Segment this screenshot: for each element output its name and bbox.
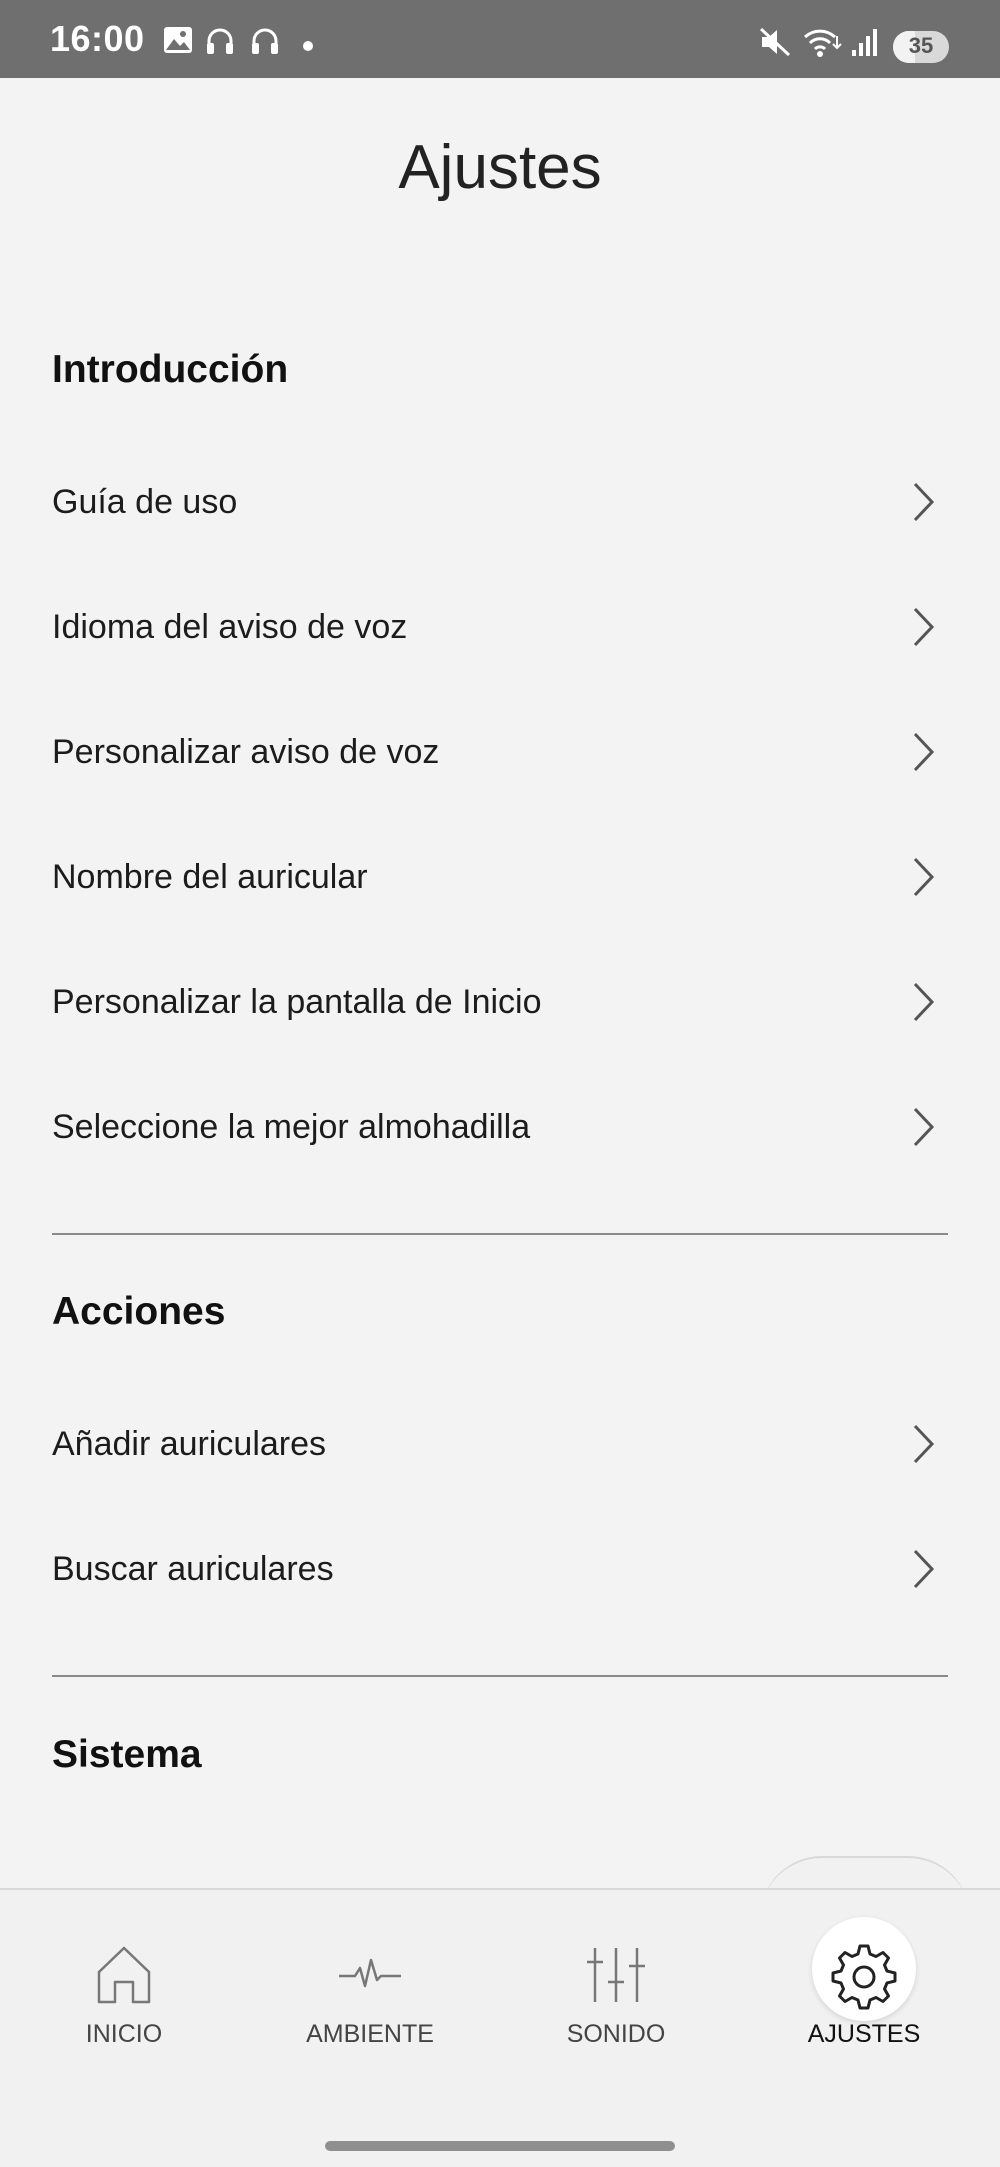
chevron-right-icon xyxy=(913,732,935,772)
settings-item-label: Nombre del auricular xyxy=(52,857,368,896)
settings-item-personalizar-pantalla-inicio[interactable]: Personalizar la pantalla de Inicio xyxy=(52,947,948,1057)
home-icon xyxy=(97,1946,151,2004)
battery-icon: 35 xyxy=(893,31,949,63)
settings-item-anadir-auriculares[interactable]: Añadir auriculares xyxy=(52,1389,948,1499)
settings-item-label: Añadir auriculares xyxy=(52,1424,327,1463)
status-time: 16:00 xyxy=(50,18,145,59)
battery-level: 35 xyxy=(908,33,934,58)
nav-label: AJUSTES xyxy=(807,2020,921,2048)
settings-item-idioma-aviso-voz[interactable]: Idioma del aviso de voz xyxy=(52,572,948,682)
headphones-icon xyxy=(252,28,278,54)
nav-item-sonido[interactable]: SONIDO xyxy=(516,1920,716,2090)
section-title-acciones: Acciones xyxy=(52,1290,226,1333)
signal-icon xyxy=(852,29,877,56)
nav-label: SONIDO xyxy=(566,2020,666,2048)
section-divider xyxy=(52,1675,948,1677)
status-bar: 16:00 35 xyxy=(0,0,1000,78)
nav-label: INICIO xyxy=(85,2020,163,2048)
chevron-right-icon xyxy=(913,1424,935,1464)
settings-item-label: Guía de uso xyxy=(52,482,238,521)
settings-item-nombre-auricular[interactable]: Nombre del auricular xyxy=(52,822,948,932)
headphones-icon xyxy=(207,28,233,54)
chevron-right-icon xyxy=(913,982,935,1022)
settings-item-personalizar-aviso-voz[interactable]: Personalizar aviso de voz xyxy=(52,697,948,807)
equalizer-icon xyxy=(587,1948,645,2002)
image-icon xyxy=(164,27,192,53)
settings-screen: 16:00 35 Ajustes Introducción Guía de us… xyxy=(0,0,1000,2167)
chevron-right-icon xyxy=(913,1107,935,1147)
nav-item-ajustes[interactable]: AJUSTES xyxy=(764,1920,964,2090)
settings-item-label: Personalizar la pantalla de Inicio xyxy=(52,982,542,1021)
wifi-icon xyxy=(803,29,842,57)
settings-item-guia-de-uso[interactable]: Guía de uso xyxy=(52,447,948,557)
gear-icon xyxy=(831,1944,897,2010)
section-title-sistema: Sistema xyxy=(52,1733,202,1776)
dot-icon xyxy=(303,41,313,51)
chevron-right-icon xyxy=(913,1549,935,1589)
settings-item-label: Idioma del aviso de voz xyxy=(52,607,408,646)
chevron-right-icon xyxy=(913,482,935,522)
settings-item-label: Personalizar aviso de voz xyxy=(52,732,440,771)
waveform-icon xyxy=(339,1958,401,1988)
section-divider xyxy=(52,1233,948,1235)
page-title: Ajustes xyxy=(398,133,602,202)
settings-item-mejor-almohadilla[interactable]: Seleccione la mejor almohadilla xyxy=(52,1072,948,1182)
section-title-introduccion: Introducción xyxy=(52,348,289,391)
nav-item-inicio[interactable]: INICIO xyxy=(24,1920,224,2090)
settings-item-buscar-auriculares[interactable]: Buscar auriculares xyxy=(52,1514,948,1624)
chevron-right-icon xyxy=(913,857,935,897)
home-indicator xyxy=(325,2141,675,2151)
settings-item-label: Seleccione la mejor almohadilla xyxy=(52,1107,531,1146)
nav-label: AMBIENTE xyxy=(306,2020,434,2048)
mute-icon xyxy=(759,27,791,57)
chevron-right-icon xyxy=(913,607,935,647)
settings-item-label: Buscar auriculares xyxy=(52,1549,334,1588)
nav-item-ambiente[interactable]: AMBIENTE xyxy=(270,1920,470,2090)
